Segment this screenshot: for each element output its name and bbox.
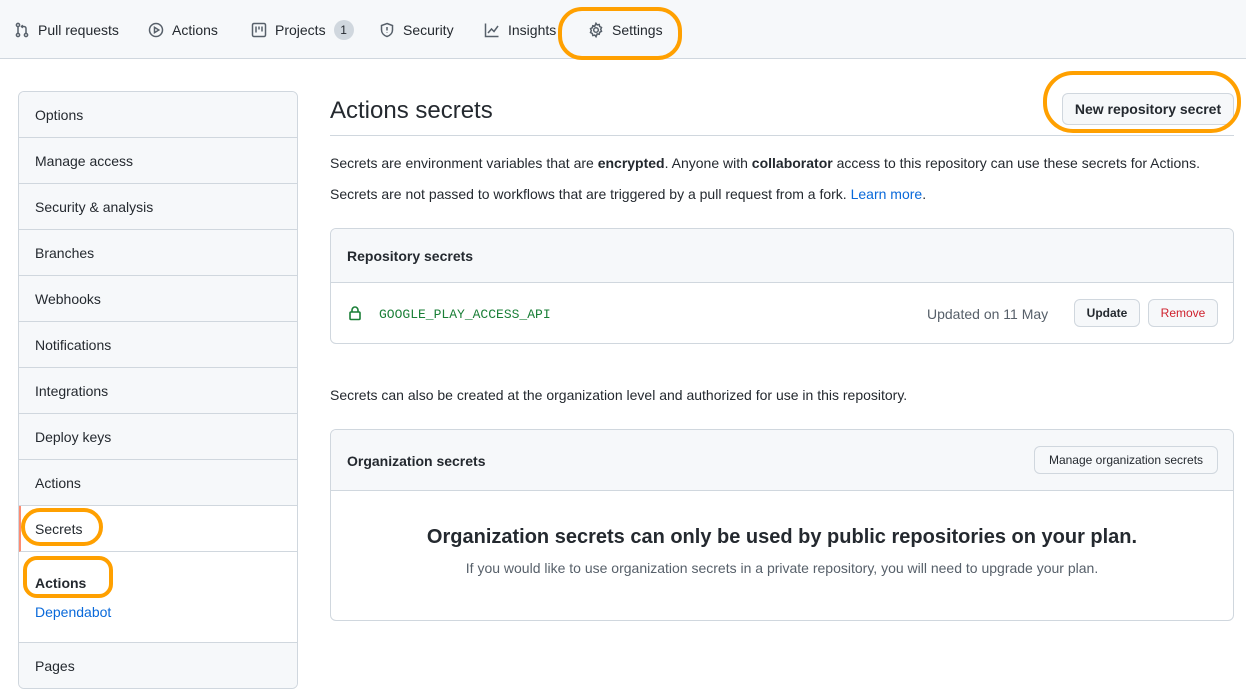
nav-actions-label: Actions <box>172 21 218 38</box>
sidebar-item-security-analysis[interactable]: Security & analysis <box>19 184 297 230</box>
desc-text: access to this repository can use these … <box>832 155 1200 171</box>
secret-row: GOOGLE_PLAY_ACCESS_API Updated on 11 May… <box>331 283 1233 343</box>
new-repository-secret-button[interactable]: New repository secret <box>1062 93 1234 125</box>
organization-secrets-box: Organization secrets Manage organization… <box>330 429 1234 621</box>
desc-text: . Anyone with <box>664 155 752 171</box>
nav-projects-label: Projects <box>275 21 326 38</box>
gear-icon <box>589 21 603 38</box>
sidebar-item-webhooks[interactable]: Webhooks <box>19 276 297 322</box>
fork-note-text: Secrets are not passed to workflows that… <box>330 186 851 202</box>
sidebar-item-secrets[interactable]: Secrets <box>19 506 297 552</box>
repository-secrets-box: Repository secrets GOOGLE_PLAY_ACCESS_AP… <box>330 228 1234 344</box>
nav-insights-label: Insights <box>508 21 557 38</box>
nav-settings[interactable]: Settings <box>588 0 663 59</box>
submenu-item-actions[interactable]: Actions <box>35 575 86 591</box>
sidebar-item-label: Security & analysis <box>35 198 154 215</box>
fork-note-end: . <box>922 186 927 202</box>
learn-more-link[interactable]: Learn more <box>851 186 923 202</box>
secret-name: GOOGLE_PLAY_ACCESS_API <box>379 307 551 322</box>
organization-note: Secrets can also be created at the organ… <box>330 387 908 403</box>
projects-count-badge: 1 <box>333 19 354 40</box>
sidebar-item-label: Secrets <box>35 520 83 537</box>
settings-sidebar: Options Manage access Security & analysi… <box>18 91 298 689</box>
nav-projects[interactable]: Projects 1 <box>251 0 354 59</box>
sidebar-item-label: Deploy keys <box>35 428 112 445</box>
sidebar-item-label: Actions <box>35 474 81 491</box>
secrets-submenu: Actions Dependabot <box>19 552 297 643</box>
nav-security[interactable]: Security <box>379 0 454 59</box>
organization-secrets-title: Organization secrets <box>347 453 486 469</box>
sidebar-item-options[interactable]: Options <box>19 92 297 138</box>
update-secret-button[interactable]: Update <box>1074 299 1140 327</box>
desc-strong-encrypted: encrypted <box>597 155 665 171</box>
sidebar-item-label: Integrations <box>35 382 109 399</box>
secret-updated-date: Updated on 11 May <box>927 306 1049 322</box>
play-icon <box>148 22 164 37</box>
repository-secrets-header: Repository secrets <box>331 229 1233 283</box>
nav-security-label: Security <box>403 21 454 38</box>
fork-note: Secrets are not passed to workflows that… <box>330 186 926 202</box>
secrets-description: Secrets are environment variables that a… <box>330 155 1200 171</box>
shield-icon <box>380 22 394 37</box>
organization-empty-title: Organization secrets can only be used by… <box>426 526 1138 548</box>
sidebar-item-label: Manage access <box>35 152 134 169</box>
sidebar-item-label: Webhooks <box>35 290 101 307</box>
sidebar-item-notifications[interactable]: Notifications <box>19 322 297 368</box>
desc-text: Secrets are environment variables that a… <box>330 155 598 171</box>
sidebar-item-label: Pages <box>35 658 75 674</box>
sidebar-item-deploy-keys[interactable]: Deploy keys <box>19 414 297 460</box>
nav-actions[interactable]: Actions <box>148 0 218 59</box>
repository-secrets-title: Repository secrets <box>347 248 474 264</box>
sidebar-item-label: Branches <box>35 244 95 261</box>
graph-icon <box>484 23 499 37</box>
organization-secrets-header: Organization secrets Manage organization… <box>331 430 1233 491</box>
desc-strong-collaborator: collaborator <box>751 155 833 171</box>
remove-secret-button[interactable]: Remove <box>1148 299 1218 327</box>
sidebar-item-branches[interactable]: Branches <box>19 230 297 276</box>
lock-icon <box>347 305 363 321</box>
sidebar-item-integrations[interactable]: Integrations <box>19 368 297 414</box>
sidebar-item-actions[interactable]: Actions <box>19 460 297 506</box>
submenu-item-dependabot[interactable]: Dependabot <box>35 604 111 620</box>
pull-request-icon <box>15 22 29 37</box>
repo-navigation: Pull requests Actions Projects 1 Securit… <box>0 0 1246 59</box>
nav-insights[interactable]: Insights <box>484 0 556 59</box>
sidebar-item-manage-access[interactable]: Manage access <box>19 138 297 184</box>
nav-settings-label: Settings <box>612 21 663 38</box>
sidebar-item-label: Notifications <box>35 336 112 353</box>
title-divider <box>330 135 1234 136</box>
manage-organization-secrets-button[interactable]: Manage organization secrets <box>1034 446 1218 474</box>
sidebar-item-label: Options <box>35 106 84 123</box>
project-board-icon <box>251 22 267 37</box>
organization-empty-subtitle: If you would like to use organization se… <box>465 560 1099 576</box>
nav-pull-requests[interactable]: Pull requests <box>14 0 119 59</box>
page-title: Actions secrets <box>330 97 493 124</box>
main-content: Actions secrets New repository secret Se… <box>330 59 1234 693</box>
nav-pull-requests-label: Pull requests <box>38 21 119 38</box>
sidebar-item-pages[interactable]: Pages <box>19 643 297 688</box>
